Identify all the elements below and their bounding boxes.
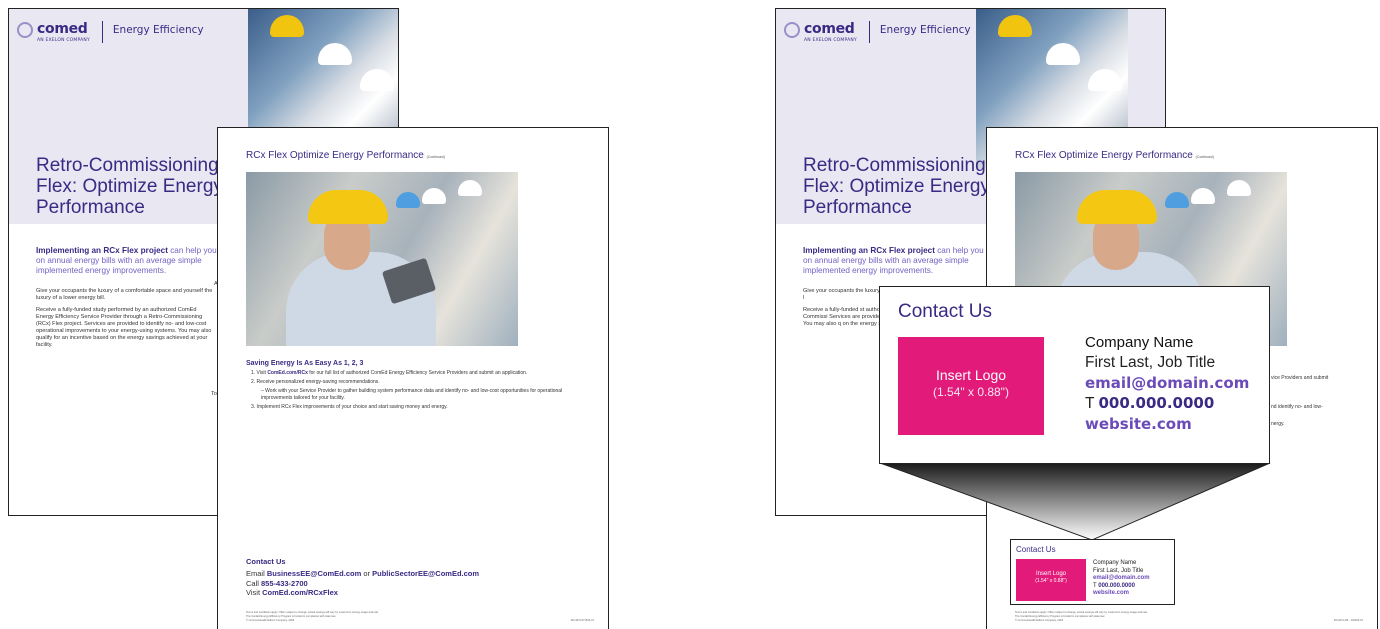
company-name: Company Name (1085, 334, 1194, 351)
logo-placeholder-label: Insert Logo (935, 367, 1007, 383)
zoom-cone-shape (879, 462, 1271, 541)
logo-placeholder-size: (1.54" x 0.88") (933, 385, 1009, 399)
email-link[interactable]: email@domain.com (1085, 373, 1249, 393)
logo-placeholder[interactable]: Insert Logo (1.54" x 0.88") (898, 337, 1044, 435)
contact-callout: Contact Us Insert Logo (1.54" x 0.88") C… (879, 286, 1270, 464)
person-title: First Last, Job Title (1085, 354, 1216, 371)
mini-contact-info: Company Name First Last, Job Title email… (1093, 560, 1150, 596)
phone-line: T 000.000.0000 (1085, 394, 1215, 412)
callout-contact-info: Company Name First Last, Job Title email… (1085, 333, 1249, 434)
mini-contact-box: Contact Us Insert Logo (1.54" x 0.88") C… (1010, 539, 1175, 605)
mini-logo-placeholder: Insert Logo (1.54" x 0.88") (1016, 559, 1086, 601)
callout-heading: Contact Us (898, 301, 992, 322)
mini-contact-heading: Contact Us (1016, 545, 1056, 554)
website-link[interactable]: website.com (1085, 414, 1249, 434)
